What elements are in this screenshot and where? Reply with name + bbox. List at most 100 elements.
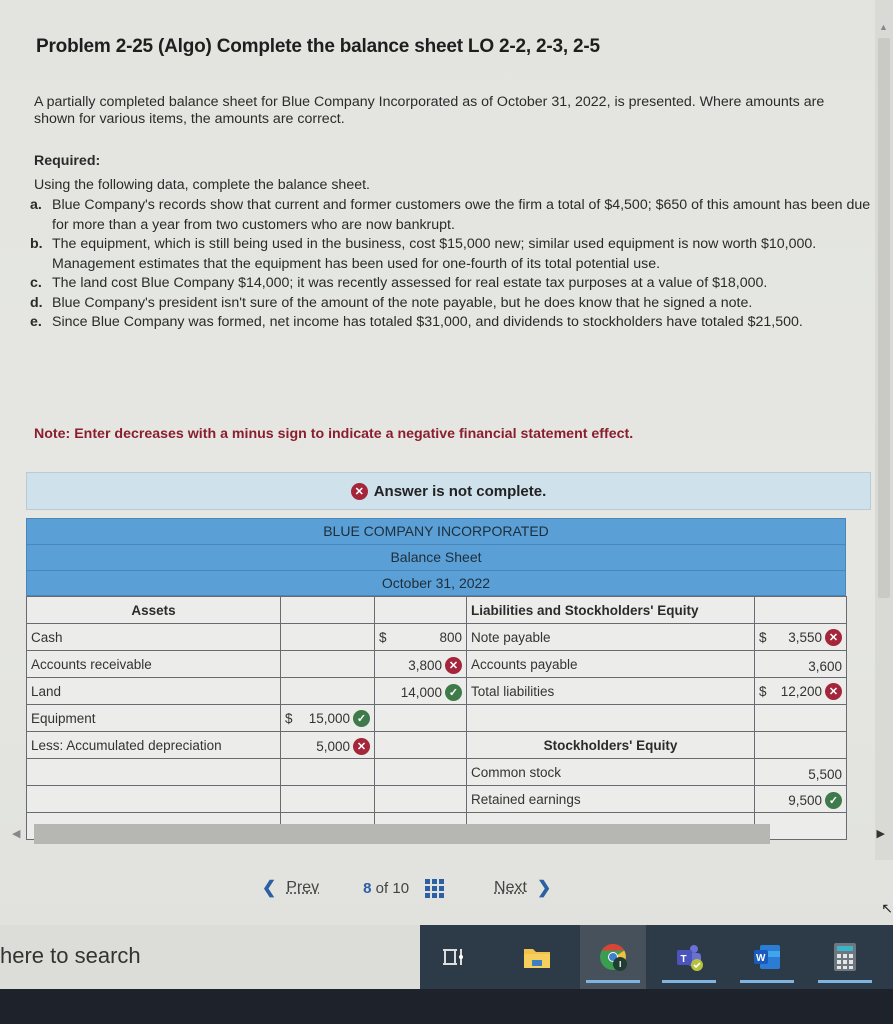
liability-label-cell[interactable] <box>466 704 755 732</box>
equity-header: Stockholders' Equity <box>466 731 755 759</box>
asset-amount-input-1[interactable] <box>280 758 375 786</box>
answer-status-banner: ✕ Answer is not complete. <box>26 472 871 510</box>
statement-name: Balance Sheet <box>26 544 846 570</box>
correct-mark-icon: ✓ <box>445 684 462 702</box>
task-view-button[interactable] <box>420 925 486 989</box>
correct-mark-icon: ✓ <box>825 792 842 810</box>
asset-label-cell[interactable]: Less: Accumulated depreciation <box>26 731 281 759</box>
asset-label-cell[interactable]: Cash <box>26 623 281 651</box>
page-indicator: 8 of 10 <box>363 879 410 897</box>
asset-label-cell[interactable]: Accounts receivable <box>26 650 281 678</box>
assets-header: Assets <box>26 596 281 624</box>
requirement-item: a. Blue Company's records show that curre… <box>30 197 871 233</box>
liability-amount-input[interactable]: 5,500 <box>754 758 847 786</box>
table-row: Equipment $15,000 ✓ <box>26 704 847 732</box>
asset-label-cell[interactable] <box>26 758 281 786</box>
table-row: Common stock 5,500 <box>26 758 847 786</box>
asset-amount-input-2[interactable] <box>374 785 467 813</box>
grid-view-icon[interactable] <box>425 878 445 898</box>
asset-amount-input-2[interactable]: 14,000 ✓ <box>374 677 467 705</box>
asset-label-cell[interactable]: Equipment <box>26 704 281 732</box>
liability-amount-input[interactable] <box>754 731 847 759</box>
asset-label-cell[interactable]: Land <box>26 677 281 705</box>
horizontal-scrollbar[interactable]: ◀ ▶ <box>12 824 885 844</box>
problem-intro: A partially completed balance sheet for … <box>34 94 825 127</box>
requirement-item: e. Since Blue Company was formed, net inc… <box>30 314 803 330</box>
asset-label-cell[interactable] <box>26 785 281 813</box>
table-row: Retained earnings 9,500 ✓ <box>26 785 847 813</box>
asset-amount-input-1[interactable] <box>280 650 375 678</box>
balance-sheet: BLUE COMPANY INCORPORATED Balance Sheet … <box>26 518 847 840</box>
svg-text:W: W <box>756 953 766 964</box>
liability-amount-input[interactable]: 3,600 <box>754 650 847 678</box>
vertical-scrollbar[interactable]: ▲ <box>875 0 893 860</box>
requirement-item: b. The equipment, which is still being us… <box>30 236 817 272</box>
table-row: Land 14,000 ✓ Total liabilities $12,200 ✕ <box>26 677 847 705</box>
correct-mark-icon: ✓ <box>353 709 370 727</box>
asset-amount-input-1[interactable]: $15,000 ✓ <box>280 704 375 732</box>
liability-amount-input[interactable]: $3,550 ✕ <box>754 623 847 651</box>
scroll-up-arrow-icon[interactable]: ▲ <box>879 22 888 32</box>
asset-amount-input-2[interactable] <box>374 704 467 732</box>
incorrect-mark-icon: ✕ <box>445 657 462 675</box>
incorrect-mark-icon: ✕ <box>353 738 370 756</box>
liabilities-header: Liabilities and Stockholders' Equity <box>466 596 755 624</box>
calculator-icon <box>834 943 856 971</box>
question-pager: ❮ Prev 8 of 10 Next ❯ <box>262 878 551 898</box>
answer-status-text: Answer is not complete. <box>373 482 547 500</box>
liability-label-cell[interactable]: Total liabilities <box>466 677 755 705</box>
required-label: Required: <box>34 153 101 169</box>
requirement-list: a. Blue Company's records show that curre… <box>30 196 880 333</box>
incorrect-mark-icon: ✕ <box>825 628 842 646</box>
table-row: Less: Accumulated depreciation 5,000 ✕ Stoc… <box>26 731 847 759</box>
liability-label-cell[interactable]: Common stock <box>466 758 755 786</box>
scroll-left-arrow-icon[interactable]: ◀ <box>12 827 20 840</box>
liability-amount-input[interactable]: $12,200 ✕ <box>754 677 847 705</box>
x-circle-icon: ✕ <box>350 482 368 500</box>
table-header-row: Assets Liabilities and Stockholders' Equ… <box>26 596 847 624</box>
chevron-left-icon: ❮ <box>262 878 277 897</box>
problem-title: Problem 2-25 (Algo) Complete the balance… <box>36 36 600 57</box>
requirement-item: c. The land cost Blue Company $14,000; it… <box>30 275 768 291</box>
liability-label-cell[interactable]: Retained earnings <box>466 785 755 813</box>
asset-amount-input-2[interactable]: $800 <box>374 623 467 651</box>
liability-label-cell[interactable]: Note payable <box>466 623 755 651</box>
taskbar-search-box[interactable]: here to search <box>0 925 420 989</box>
asset-amount-input-1[interactable] <box>280 785 375 813</box>
taskbar: T W <box>420 925 893 989</box>
chrome-button[interactable] <box>580 925 646 989</box>
liability-amount-input[interactable] <box>754 704 847 732</box>
liability-label-cell[interactable]: Accounts payable <box>466 650 755 678</box>
word-button[interactable]: W <box>734 925 800 989</box>
calculator-button[interactable] <box>812 925 878 989</box>
svg-text:T: T <box>681 954 687 965</box>
teams-icon: T <box>677 945 703 971</box>
prev-button[interactable]: ❮ Prev <box>262 878 319 898</box>
company-name: BLUE COMPANY INCORPORATED <box>26 518 846 544</box>
liability-amount-input[interactable]: 9,500 ✓ <box>754 785 847 813</box>
file-explorer-button[interactable] <box>504 925 570 989</box>
asset-amount-input-1[interactable] <box>280 677 375 705</box>
table-row: Accounts receivable 3,800 ✕ Accounts payabl… <box>26 650 847 678</box>
asset-amount-input-2[interactable] <box>374 731 467 759</box>
instruction-text: Using the following data, complete the b… <box>34 177 370 193</box>
chrome-icon <box>600 943 627 971</box>
statement-date: October 31, 2022 <box>26 570 846 596</box>
scroll-right-arrow-icon[interactable]: ▶ <box>877 827 885 840</box>
horizontal-scroll-thumb[interactable] <box>34 824 770 844</box>
browser-page: ▲ Problem 2-25 (Algo) Complete the balan… <box>0 0 893 925</box>
mouse-cursor-icon: ↖ <box>881 900 893 916</box>
search-placeholder: here to search <box>0 943 141 968</box>
asset-amount-input-2[interactable] <box>374 758 467 786</box>
asset-amount-input-1[interactable] <box>280 623 375 651</box>
chevron-right-icon: ❯ <box>536 878 552 897</box>
teams-button[interactable]: T <box>656 925 722 989</box>
word-icon: W <box>754 945 780 969</box>
asset-amount-input-1[interactable]: 5,000 ✕ <box>280 731 375 759</box>
next-button[interactable]: Next ❯ <box>494 878 551 898</box>
instruction-note: Note: Enter decreases with a minus sign … <box>34 426 634 442</box>
folder-icon <box>524 949 550 968</box>
requirement-item: d. Blue Company's president isn't sure of… <box>30 294 753 311</box>
table-row: Cash $800 Note payable $3,550 ✕ <box>26 623 847 651</box>
asset-amount-input-2[interactable]: 3,800 ✕ <box>374 650 467 678</box>
